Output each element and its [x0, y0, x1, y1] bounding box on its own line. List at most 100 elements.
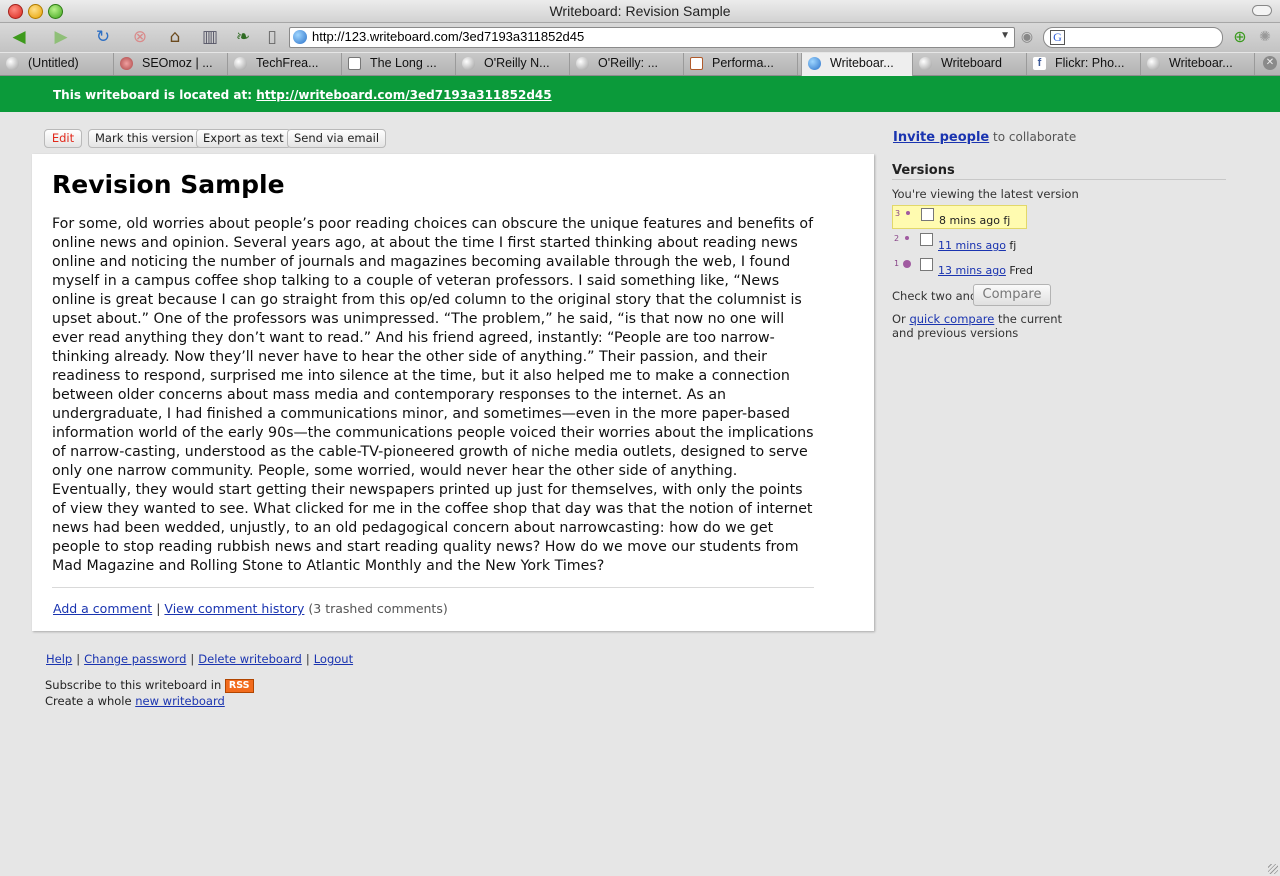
divider [52, 587, 814, 588]
tab-oreilly-news[interactable]: O'Reilly N... [456, 53, 570, 75]
quick-suffix-2: and previous versions [892, 326, 1019, 340]
delete-writeboard-link[interactable]: Delete writeboard [198, 652, 302, 666]
invite-people-link[interactable]: Invite people [893, 130, 989, 145]
document-panel: Revision Sample For some, old worries ab… [32, 154, 874, 631]
chevron-down-icon[interactable]: ▼ [1000, 30, 1010, 41]
tab-label: Flickr: Pho... [1055, 56, 1125, 70]
url-text[interactable]: http://123.writeboard.com/3ed7193a311852… [312, 29, 584, 44]
version-dot-icon [903, 260, 911, 268]
tab-flickr[interactable]: f Flickr: Pho... [1027, 53, 1141, 75]
comments-bar: Add a comment | View comment history (3 tr… [53, 601, 448, 616]
edit-button[interactable]: Edit [44, 129, 82, 148]
tab-performance[interactable]: Performa... [684, 53, 798, 75]
banner-prefix: This writeboard is located at: [53, 88, 253, 102]
loading-spinner-icon: ✺ [1259, 29, 1271, 45]
or-text: Or [892, 312, 906, 326]
tab-label: TechFrea... [256, 56, 319, 70]
globe-icon [462, 57, 475, 70]
go-icon[interactable]: ◉ [1016, 27, 1038, 47]
page-title: Revision Sample [52, 170, 285, 199]
leaf-icon[interactable]: ❧ [232, 27, 254, 47]
globe-icon [808, 57, 821, 70]
change-password-link[interactable]: Change password [84, 652, 186, 666]
globe-icon [234, 57, 247, 70]
version-checkbox[interactable] [920, 233, 933, 246]
version-author: fj [1009, 239, 1017, 252]
version-dot-icon [905, 236, 909, 240]
compare-button[interactable]: Compare [973, 284, 1051, 306]
viewing-latest-text: You're viewing the latest version [892, 187, 1079, 201]
tab-writeboard[interactable]: Writeboard [913, 53, 1027, 75]
tab-oreilly[interactable]: O'Reilly: ... [570, 53, 684, 75]
tab-writeboard-active[interactable]: Writeboar... [801, 53, 913, 76]
tab-seomoz[interactable]: SEOmoz | ... [114, 53, 228, 75]
new-writeboard-link[interactable]: new writeboard [135, 694, 225, 708]
address-bar[interactable]: http://123.writeboard.com/3ed7193a311852… [289, 27, 1015, 48]
create-line: Create a whole new writeboard [45, 694, 225, 708]
home-icon[interactable]: ⌂ [164, 27, 186, 47]
tab-label: Performa... [712, 56, 774, 70]
comment-history-link[interactable]: View comment history [164, 601, 304, 616]
separator: | [305, 652, 310, 666]
tab-label: (Untitled) [28, 56, 79, 70]
version-checkbox[interactable] [920, 258, 933, 271]
page-icon [690, 57, 703, 70]
version-number: 2 [894, 234, 900, 243]
google-icon[interactable]: G [1050, 30, 1065, 45]
banner-link[interactable]: http://writeboard.com/3ed7193a311852d45 [256, 88, 551, 102]
window-title: Writeboard: Revision Sample [549, 3, 731, 19]
window-titlebar: Writeboard: Revision Sample [0, 0, 1280, 23]
tab-label: The Long ... [370, 56, 437, 70]
rss-badge[interactable]: RSS [224, 678, 254, 693]
separator: | [190, 652, 195, 666]
tab-writeboard-2[interactable]: Writeboar... [1141, 53, 1255, 75]
gear-icon [120, 57, 133, 70]
tab-label: O'Reilly: ... [598, 56, 659, 70]
globe-icon [576, 57, 589, 70]
separator: | [156, 601, 161, 616]
create-text: Create a whole [45, 694, 132, 708]
invite-suffix: to collaborate [993, 130, 1077, 144]
facebook-icon: f [1033, 57, 1046, 70]
version-checkbox[interactable] [921, 208, 934, 221]
tab-techfreak[interactable]: TechFrea... [228, 53, 342, 75]
quick-suffix-1: the current [997, 312, 1062, 326]
toolbar-toggle-button[interactable] [1252, 5, 1272, 16]
globe-icon [6, 57, 19, 70]
add-comment-link[interactable]: Add a comment [53, 601, 152, 616]
page-icon [348, 57, 361, 70]
tab-strip: (Untitled) SEOmoz | ... TechFrea... The … [0, 53, 1280, 76]
version-time-link[interactable]: 11 mins ago [938, 239, 1006, 252]
version-number: 3 [895, 209, 901, 218]
version-label: 11 mins ago fj [938, 239, 1016, 252]
bookmarks-icon[interactable]: ▥ [199, 27, 221, 47]
version-number: 1 [894, 259, 900, 268]
tab-label: O'Reilly N... [484, 56, 550, 70]
version-label: 8 mins ago fj [939, 214, 1010, 227]
add-icon[interactable]: ⊕ [1229, 27, 1251, 47]
mark-version-button[interactable]: Mark this version [88, 129, 201, 148]
stop-icon[interactable]: ⊗ [129, 27, 151, 47]
banner-text: This writeboard is located at: http://wr… [53, 88, 552, 102]
back-icon[interactable]: ◀ [8, 27, 30, 47]
logout-link[interactable]: Logout [314, 652, 353, 666]
tab-the-long[interactable]: The Long ... [342, 53, 456, 75]
help-link[interactable]: Help [46, 652, 72, 666]
globe-icon [919, 57, 932, 70]
search-input[interactable]: G [1043, 27, 1223, 48]
version-author: Fred [1009, 264, 1033, 277]
quick-compare-link[interactable]: quick compare [909, 312, 994, 326]
forward-icon[interactable]: ▶ [50, 27, 72, 47]
send-email-button[interactable]: Send via email [287, 129, 387, 148]
resize-handle-icon[interactable] [1268, 864, 1278, 874]
page-icon[interactable]: ▯ [261, 27, 283, 47]
check-two-text: Check two and [892, 289, 978, 303]
close-tab-icon[interactable]: ✕ [1263, 56, 1277, 70]
separator: | [76, 652, 81, 666]
subscribe-line: Subscribe to this writeboard in RSS [45, 678, 254, 693]
version-label: 13 mins ago Fred [938, 264, 1033, 277]
tab-untitled[interactable]: (Untitled) [0, 53, 114, 75]
reload-icon[interactable]: ↻ [92, 27, 114, 47]
export-text-button[interactable]: Export as text [196, 129, 291, 148]
version-time-link[interactable]: 13 mins ago [938, 264, 1006, 277]
